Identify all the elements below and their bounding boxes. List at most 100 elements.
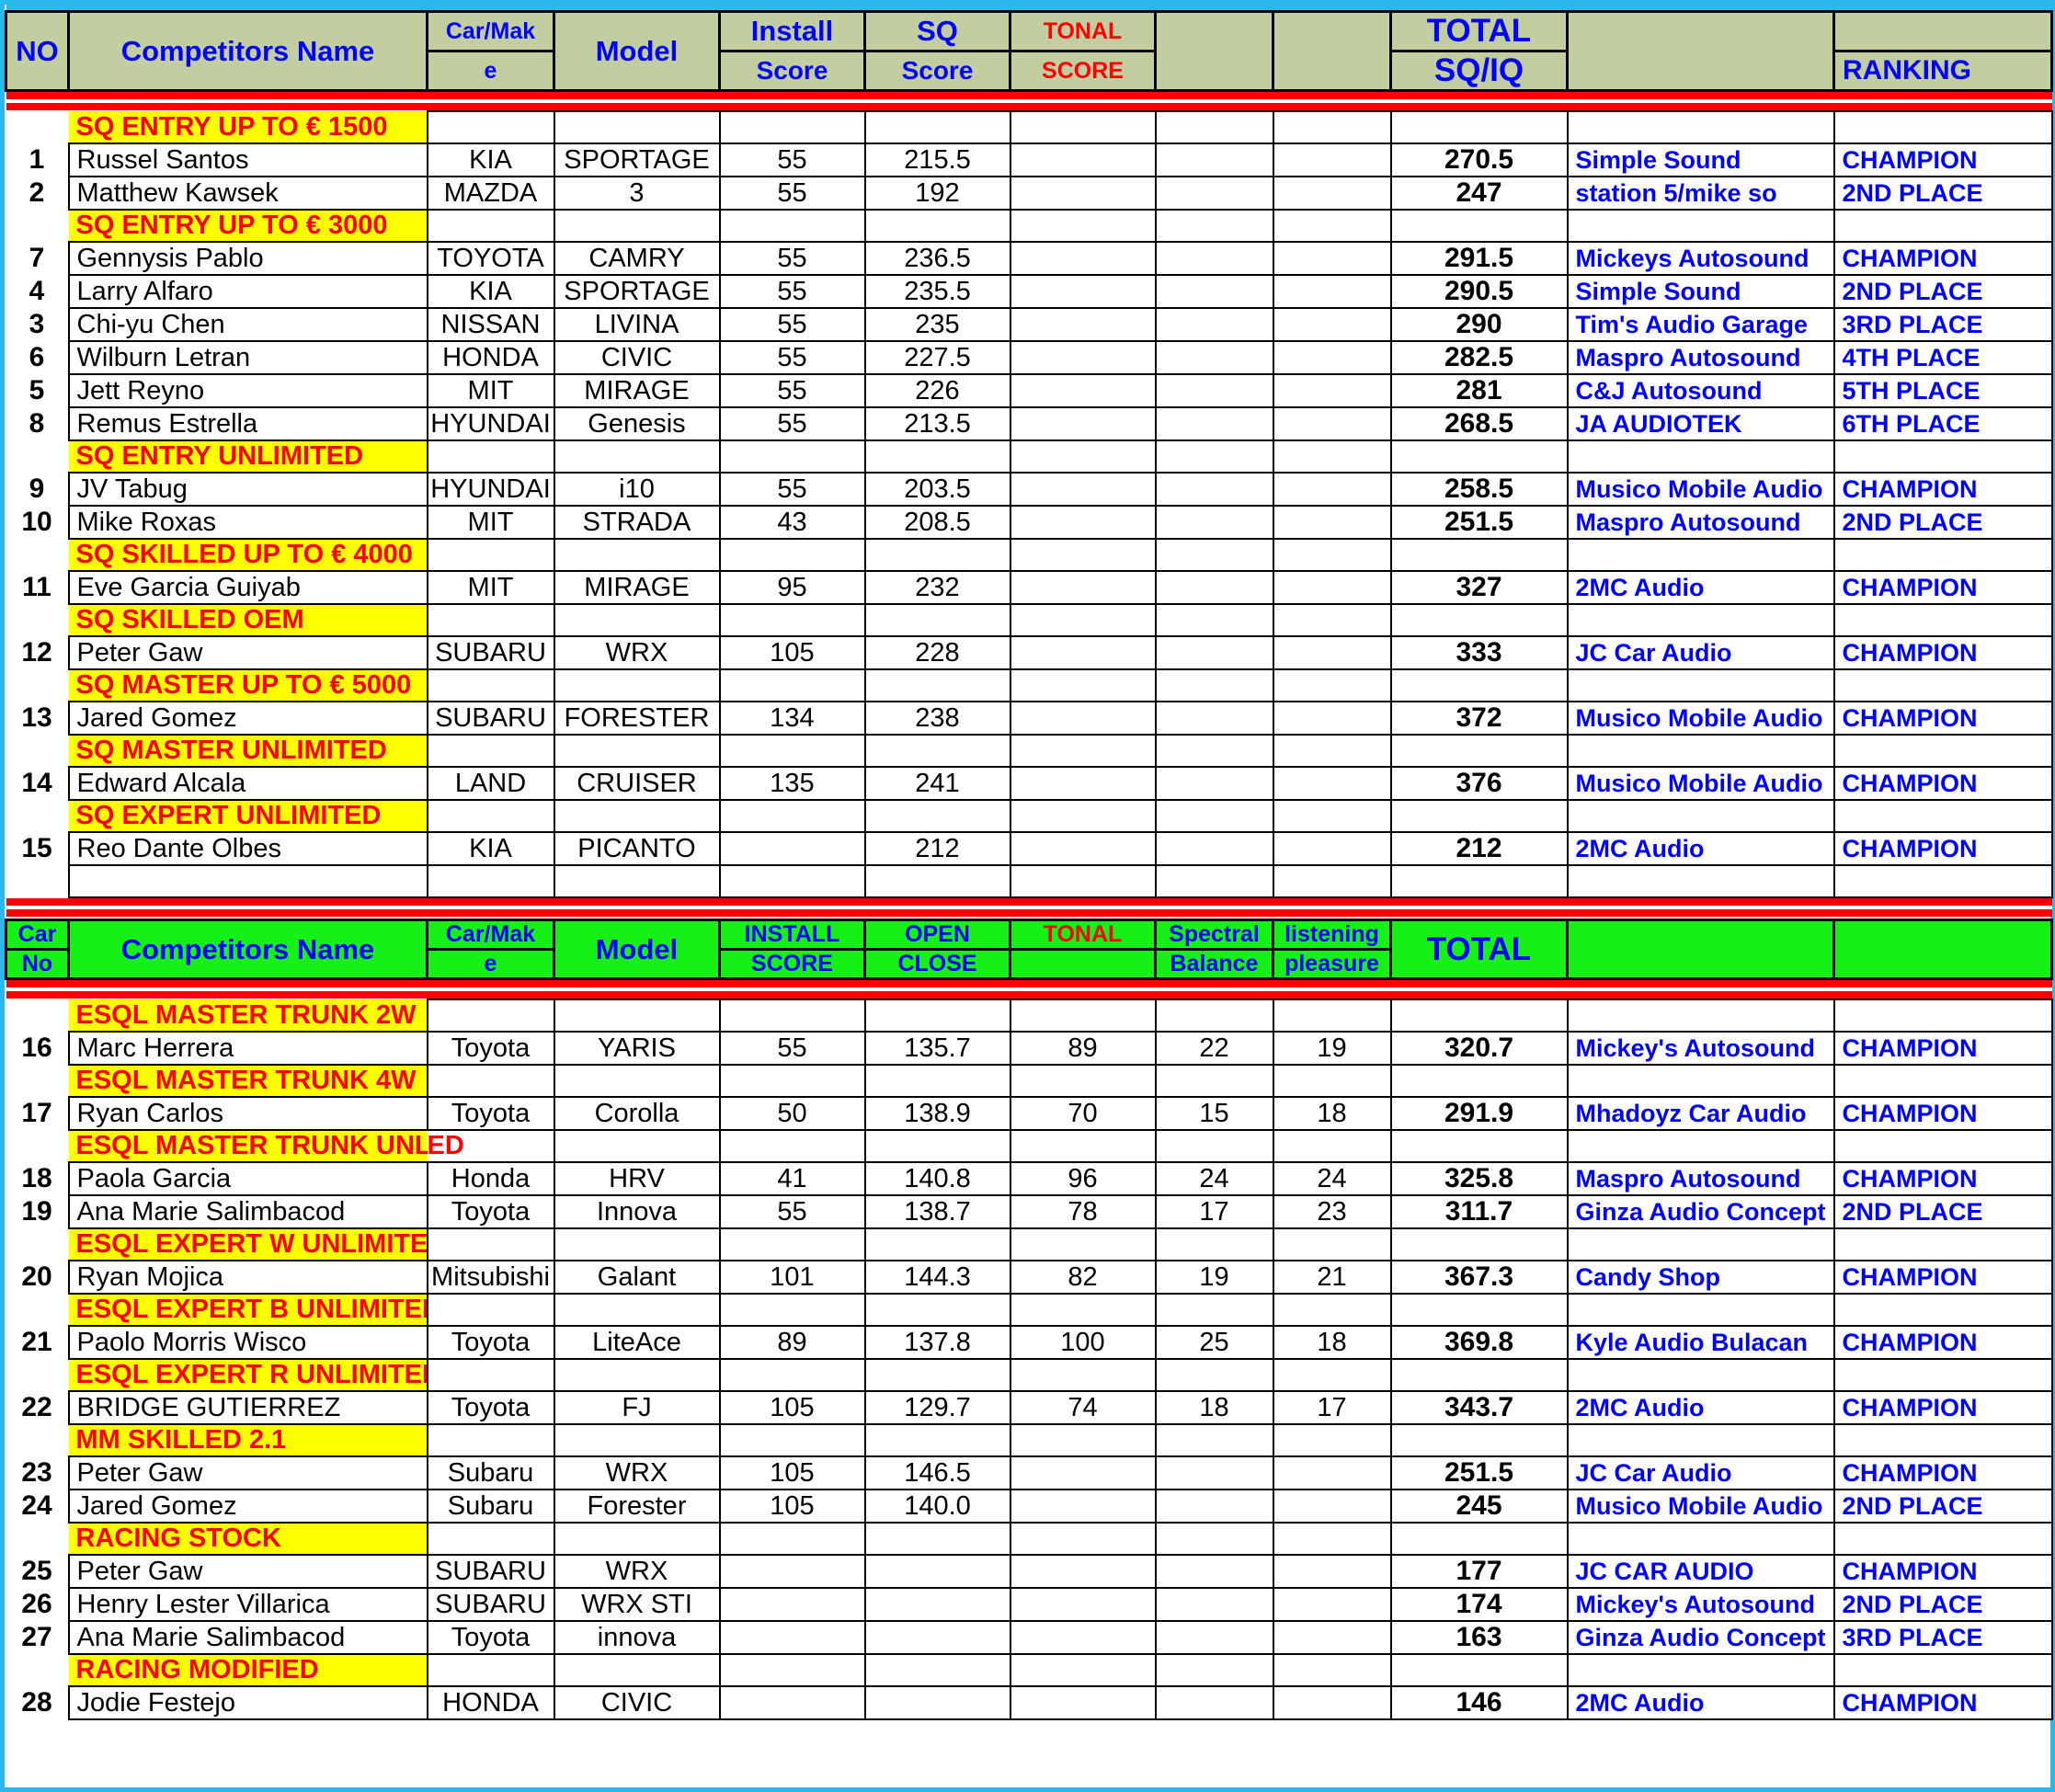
competitor-name: Jared Gomez xyxy=(67,1489,428,1524)
car-make: KIA xyxy=(426,143,555,177)
table-row: 18 Paola Garcia Honda HRV 41 140.8 96 24 24 325.8… xyxy=(6,1161,2053,1196)
extra-1 xyxy=(1154,373,1274,408)
total-score: 251.5 xyxy=(1389,1455,1569,1490)
car-model: CRUISER xyxy=(553,766,721,801)
sq-score: 227.5 xyxy=(863,340,1011,375)
row-number: 11 xyxy=(6,571,69,604)
row-number: 1 xyxy=(6,143,69,177)
category-blank-shop xyxy=(1566,1522,1835,1556)
results-sheet: NO Competitors Name Car/Mak Model Install SQ T… xyxy=(0,0,2055,1792)
table-row: 21 Paolo Morris Wisco Toyota LiteAce 89 137.8… xyxy=(6,1325,2053,1360)
category-row: RACING STOCK xyxy=(6,1522,2053,1556)
tonal-score: 74 xyxy=(1009,1390,1157,1425)
column-header-spectral: Spectral xyxy=(1154,919,1274,951)
column-header-install: INSTALL xyxy=(718,919,866,951)
competitor-name: Paolo Morris Wisco xyxy=(67,1325,428,1360)
category-blank-rank xyxy=(1832,999,2053,1033)
category-row: SQ SKILLED UP TO € 4000 xyxy=(6,538,2053,572)
ranking-label: CHAMPION xyxy=(1832,635,2053,670)
car-model: WRX xyxy=(553,1554,721,1589)
category-blank-cell xyxy=(1009,1293,1157,1327)
table-row: 13 Jared Gomez SUBARU FORESTER 134 238 372 Musi… xyxy=(6,701,2053,736)
open-close-score xyxy=(863,1620,1011,1655)
row-number: 6 xyxy=(6,341,69,374)
car-model: STRADA xyxy=(553,505,721,540)
tonal-score xyxy=(1009,701,1157,736)
category-blank-cell xyxy=(718,734,866,768)
category-row: SQ ENTRY UP TO € 3000 xyxy=(6,209,2053,243)
row-number: 21 xyxy=(6,1326,69,1359)
table-row: 20 Ryan Mojica Mitsubishi Galant 101 144.3 82 1… xyxy=(6,1260,2053,1295)
tonal-score: 89 xyxy=(1009,1031,1157,1066)
competitor-name: Ryan Mojica xyxy=(67,1260,428,1295)
category-blank-cell xyxy=(1272,538,1392,572)
category-blank-cell xyxy=(1154,1423,1274,1457)
category-label-overflow: ED xyxy=(427,1129,555,1163)
column-header-ranking xyxy=(1832,919,2053,980)
category-blank-cell xyxy=(1154,1293,1274,1327)
category-blank-cell xyxy=(553,1129,721,1163)
shop-name: Tim's Audio Garage xyxy=(1566,307,1835,342)
category-blank-cell xyxy=(553,1653,721,1687)
category-blank-shop xyxy=(1566,603,1835,637)
category-blank-cell xyxy=(863,209,1011,243)
column-header-ranking: RANKING xyxy=(1832,50,2053,92)
row-number: 3 xyxy=(6,308,69,341)
category-row: ESQL EXPERT R UNLIMITED xyxy=(6,1358,2053,1392)
category-blank-cell xyxy=(1009,603,1157,637)
ranking-label: CHAMPION xyxy=(1832,1455,2053,1490)
total-score: 291.9 xyxy=(1389,1096,1569,1131)
car-make: Subaru xyxy=(426,1455,555,1490)
shop-name: 2MC Audio xyxy=(1566,570,1835,605)
total-score: 327 xyxy=(1389,570,1569,605)
tonal-score xyxy=(1009,241,1157,276)
shop-name: Maspro Autosound xyxy=(1566,1161,1835,1196)
category-blank-shop xyxy=(1566,1293,1835,1327)
competitor-name: Henry Lester Villarica xyxy=(67,1587,428,1622)
competitor-name: Larry Alfaro xyxy=(67,274,428,309)
competitor-name: Chi-yu Chen xyxy=(67,307,428,342)
category-row: ESQL MASTER TRUNK 2W xyxy=(6,999,2053,1033)
sq-score: 208.5 xyxy=(863,505,1011,540)
shop-name: Ginza Audio Concept xyxy=(1566,1194,1835,1229)
category-blank-cell xyxy=(718,439,866,474)
spectral-balance-score: 17 xyxy=(1154,1194,1274,1229)
ranking-label: CHAMPION xyxy=(1832,831,2053,866)
competitor-name: Peter Gaw xyxy=(67,1554,428,1589)
category-blank-cell xyxy=(863,538,1011,572)
extra-2 xyxy=(1272,701,1392,736)
category-blank-cell xyxy=(553,1293,721,1327)
row-number: 8 xyxy=(6,407,69,440)
category-blank-cell xyxy=(1009,1653,1157,1687)
category-blank-cell xyxy=(553,799,721,833)
category-row-number xyxy=(6,669,69,702)
category-blank-cell xyxy=(718,1129,866,1163)
category-blank-cell xyxy=(1154,538,1274,572)
car-make: SUBARU xyxy=(426,1587,555,1622)
total-score: 177 xyxy=(1389,1554,1569,1589)
car-make: KIA xyxy=(426,831,555,866)
category-blank-cell xyxy=(1389,999,1569,1033)
category-blank-cell xyxy=(426,538,555,572)
category-blank-shop xyxy=(1566,668,1835,702)
table-row: 11 Eve Garcia Guiyab MIT MIRAGE 95 232 327 2MC … xyxy=(6,570,2053,605)
tonal-score xyxy=(1009,406,1157,441)
competitor-name: JV Tabug xyxy=(67,472,428,507)
category-blank-cell xyxy=(1154,734,1274,768)
esql-results-table: Car Competitors Name Car/Mak Model INSTALL OP… xyxy=(5,919,2053,1720)
listening-pleasure-score: 21 xyxy=(1272,1260,1392,1295)
row-number: 26 xyxy=(6,1588,69,1621)
competitor-name: Jodie Festejo xyxy=(67,1685,428,1720)
category-blank-cell xyxy=(863,1064,1011,1098)
spacer-cell xyxy=(1154,864,1274,898)
extra-1 xyxy=(1154,766,1274,801)
competitor-name: Ana Marie Salimbacod xyxy=(67,1194,428,1229)
row-number: 17 xyxy=(6,1097,69,1130)
category-blank-cell xyxy=(863,1653,1011,1687)
category-blank-rank xyxy=(1832,209,2053,243)
sq-header-rule-bottom-2 xyxy=(6,103,2052,111)
spectral-balance-score: 18 xyxy=(1154,1390,1274,1425)
column-header-total: TOTAL xyxy=(1389,10,1569,52)
esql-header-rule-bottom-2 xyxy=(6,991,2052,999)
shop-name: Kyle Audio Bulacan xyxy=(1566,1325,1835,1360)
